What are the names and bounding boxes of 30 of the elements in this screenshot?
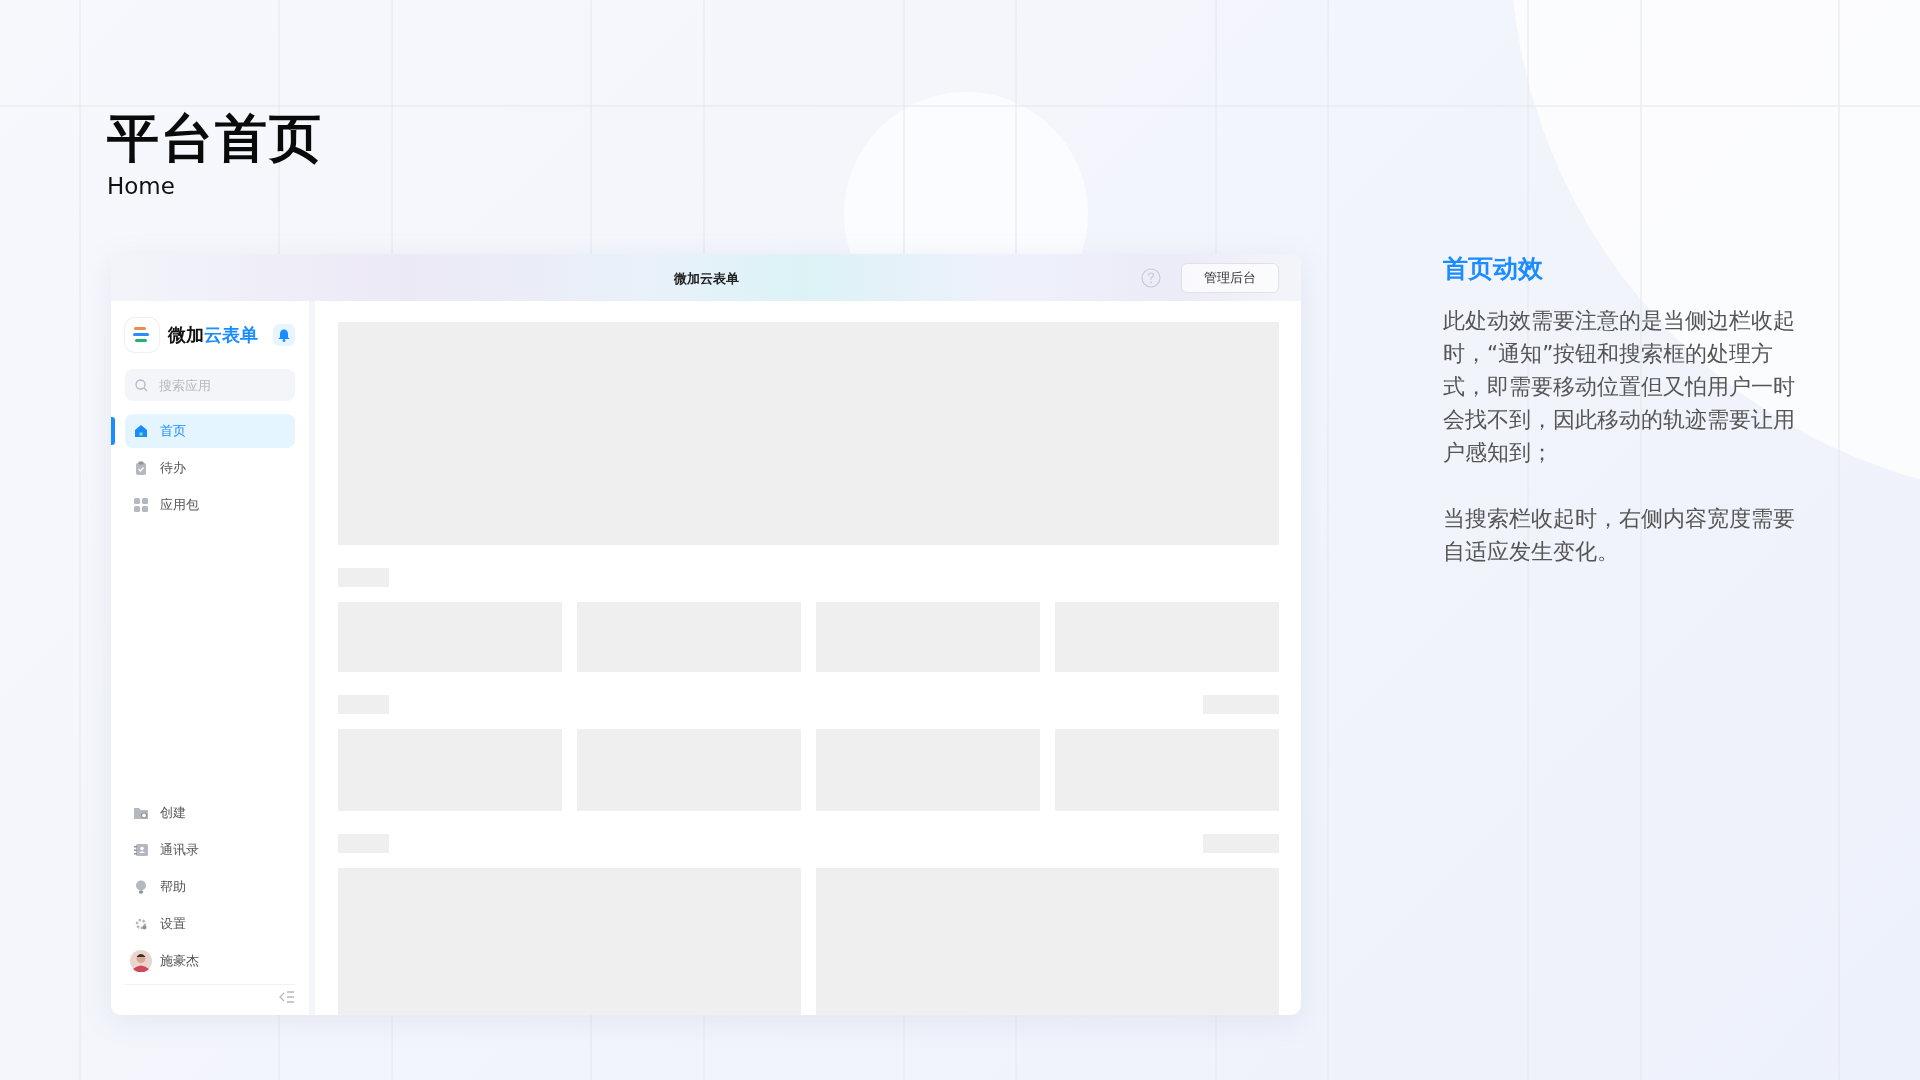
notes-paragraph: 此处动效需要注意的是当侧边栏收起时，“通知”按钮和搜索框的处理方式，即需要移动位置但又怕用户一时会找不到，因此移动的轨迹需要让用户感知到； — [1443, 307, 1796, 467]
settings-icon — [134, 917, 148, 931]
page-subtitle: Home — [107, 172, 176, 200]
lightbulb-icon — [135, 880, 147, 894]
search-field[interactable]: 搜索应用 — [125, 369, 295, 401]
nav-item[interactable]: 设置 — [125, 907, 295, 941]
contact-card-icon — [134, 843, 148, 857]
help-icon[interactable] — [1141, 267, 1161, 288]
nav-item[interactable]: 待办 — [125, 451, 295, 485]
home-icon — [134, 424, 148, 438]
clipboard-icon — [134, 461, 148, 475]
notes-paragraph: 当搜索栏收起时，右侧内容宽度需要自适应发生变化。 — [1443, 505, 1796, 566]
window-title: 微加云表单 — [673, 270, 739, 286]
logo-icon — [125, 318, 159, 352]
nav-item[interactable]: 创建 — [125, 796, 295, 830]
bell-icon — [278, 328, 290, 342]
avatar-icon — [130, 950, 152, 972]
nav-item[interactable]: 通讯录 — [125, 833, 295, 867]
nav-item[interactable]: 应用包 — [125, 488, 295, 522]
grid-icon — [134, 498, 148, 512]
nav-item[interactable]: 施豪杰 — [125, 944, 295, 978]
search-icon — [135, 379, 148, 392]
admin-button[interactable]: 管理后台 — [1181, 262, 1279, 293]
nav-item[interactable]: 帮助 — [125, 870, 295, 904]
brand-name: 微加云表单 — [168, 323, 259, 347]
collapse-icon[interactable] — [279, 991, 295, 1003]
page-title: 平台首页 — [107, 110, 324, 166]
folder-icon — [134, 806, 148, 820]
notes-title: 首页动效 — [1443, 253, 1544, 285]
notification-button[interactable] — [273, 324, 295, 346]
